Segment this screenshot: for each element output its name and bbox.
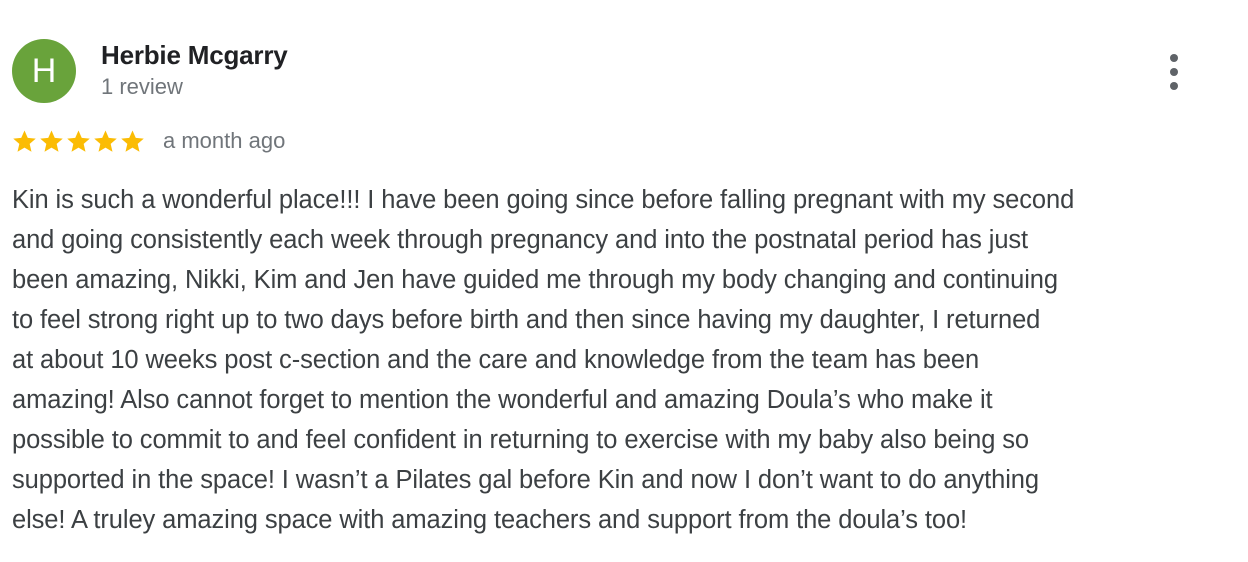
star-icon (11, 128, 38, 155)
review-text: Kin is such a wonderful place!!! I have … (12, 186, 1075, 534)
vertical-ellipsis-icon (1170, 82, 1178, 90)
star-rating (11, 128, 146, 155)
author-review-count: 1 review (101, 74, 183, 99)
star-icon (119, 128, 146, 155)
review-date: a month ago (163, 128, 286, 153)
star-icon (38, 128, 65, 155)
author-name[interactable]: Herbie Mcgarry (101, 39, 288, 71)
vertical-ellipsis-icon (1170, 54, 1178, 62)
star-icon (65, 128, 92, 155)
avatar-initial: H (31, 51, 57, 90)
rating-row: a month ago (11, 124, 285, 158)
review-card: H Herbie Mcgarry 1 review a month ago Ki… (0, 0, 1248, 562)
star-icon (92, 128, 119, 155)
more-options-button[interactable] (1154, 50, 1194, 94)
vertical-ellipsis-icon (1170, 68, 1178, 76)
avatar[interactable]: H (12, 39, 76, 103)
